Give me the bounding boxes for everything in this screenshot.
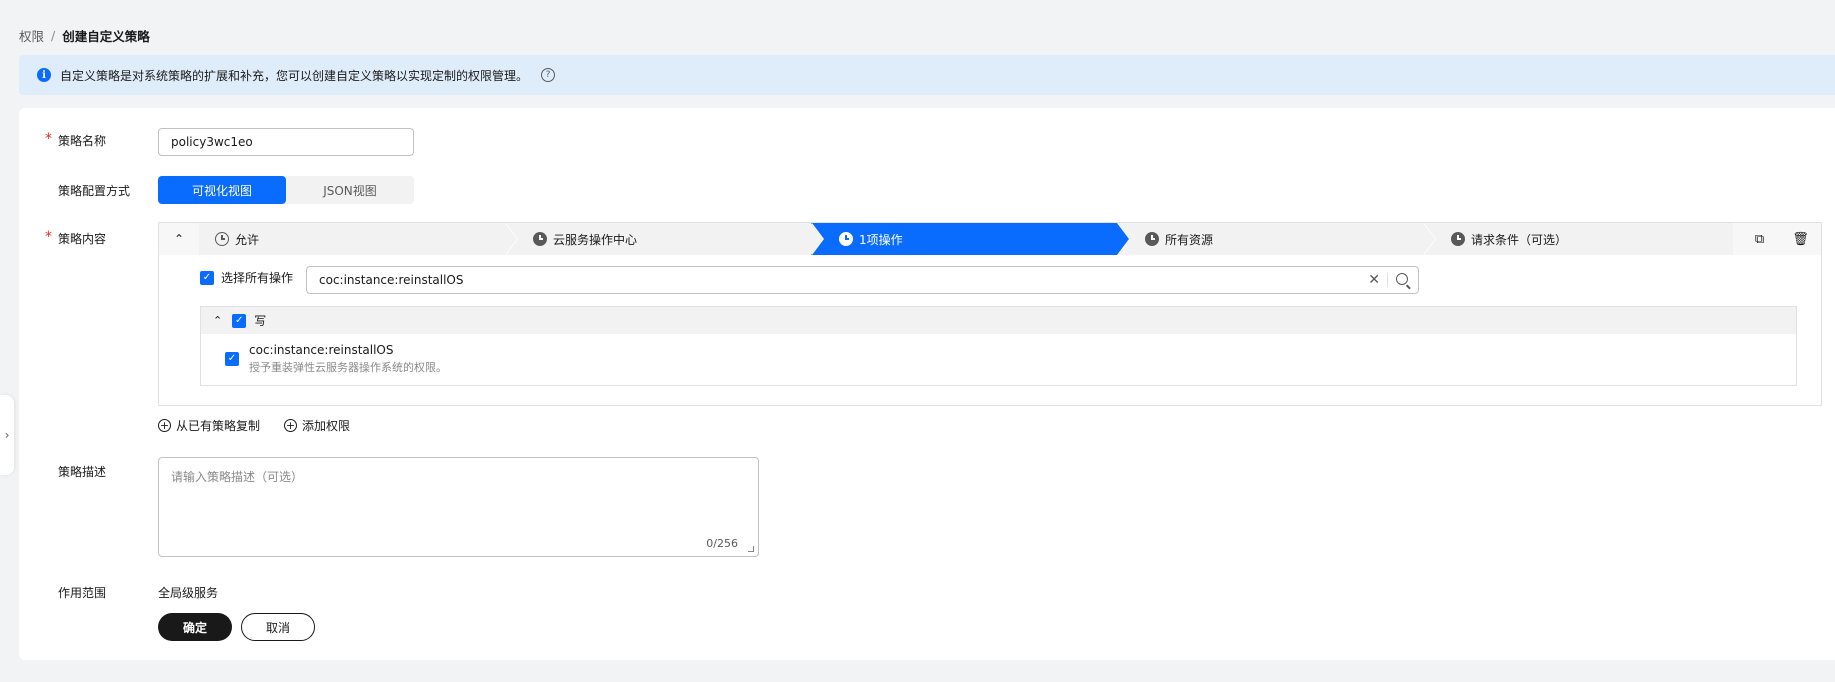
list-item[interactable]: ✓ coc:instance:reinstallOS 授予重装弹性云服务器操作系… — [201, 334, 1796, 386]
help-icon[interactable]: ? — [541, 68, 556, 82]
description-textarea[interactable]: 请输入策略描述（可选） 0/256 — [158, 457, 759, 557]
clock-icon — [1145, 232, 1159, 246]
add-circle-icon: + — [158, 419, 171, 432]
chevron-up-icon[interactable]: ⌃ — [213, 314, 222, 327]
checkbox-checked-icon[interactable]: ✓ — [225, 352, 239, 366]
chevron-right-icon: › — [4, 428, 10, 442]
policy-steps-bar: ⌃ 允许 云服务操作中心 1项操作 所有资源 请求条件（可选） ⧉ � — [159, 223, 1821, 255]
json-view-option[interactable]: JSON视图 — [286, 176, 414, 204]
cancel-button[interactable]: 取消 — [241, 613, 315, 641]
visual-view-option[interactable]: 可视化视图 — [158, 176, 286, 204]
breadcrumb: 权限 / 创建自定义策略 — [19, 26, 150, 45]
step-conditions[interactable]: 请求条件（可选） — [1423, 223, 1733, 255]
description-placeholder: 请输入策略描述（可选） — [171, 470, 304, 484]
add-circle-icon: + — [284, 419, 298, 432]
policy-content-label: * 策略内容 — [45, 229, 107, 246]
clock-icon — [1451, 232, 1465, 246]
search-icon[interactable] — [1396, 273, 1408, 285]
required-mark: * — [45, 229, 52, 245]
scope-label: 作用范围 — [58, 586, 107, 600]
action-group-header: ⌃ ✓ 写 — [201, 307, 1796, 334]
policy-actions: + 从已有策略复制 + 添加权限 — [158, 417, 350, 434]
step-actions[interactable]: 1项操作 — [811, 223, 1130, 255]
notice-text: 自定义策略是对系统策略的扩展和补充，您可以创建自定义策略以实现定制的权限管理。 — [60, 68, 529, 83]
add-permission-link[interactable]: + 添加权限 — [284, 417, 350, 434]
confirm-button[interactable]: 确定 — [158, 613, 232, 641]
info-icon: i — [37, 68, 51, 82]
config-mode-toggle: 可视化视图 JSON视图 — [158, 176, 414, 204]
action-group-name: 写 — [254, 314, 267, 328]
policy-name-label: * 策略名称 — [45, 131, 107, 148]
action-search-input[interactable]: coc:instance:reinstallOS ✕ — [306, 266, 1419, 294]
copy-from-existing-link[interactable]: + 从已有策略复制 — [158, 417, 260, 434]
policy-statement-box: ⌃ 允许 云服务操作中心 1项操作 所有资源 请求条件（可选） ⧉ � — [158, 222, 1822, 406]
clock-icon — [839, 232, 853, 246]
sidebar-toggle[interactable]: › — [0, 395, 14, 475]
description-label: 策略描述 — [58, 465, 107, 479]
clear-icon[interactable]: ✕ — [1368, 272, 1380, 288]
info-notice: i 自定义策略是对系统策略的扩展和补充，您可以创建自定义策略以实现定制的权限管理… — [19, 55, 1835, 95]
required-mark: * — [45, 131, 52, 147]
policy-name-input[interactable]: policy3wc1eo — [158, 128, 414, 156]
breadcrumb-separator: / — [51, 27, 56, 43]
collapse-statement-button[interactable]: ⌃ — [159, 223, 199, 255]
checkbox-checked-icon[interactable]: ✓ — [232, 313, 247, 328]
checkbox-checked-icon[interactable]: ✓ — [200, 270, 214, 285]
clock-icon — [533, 232, 547, 246]
action-group: ⌃ ✓ 写 ✓ coc:instance:reinstallOS 授予重装弹性云… — [200, 306, 1797, 386]
step-effect[interactable]: 允许 — [199, 223, 518, 255]
page-title: 创建自定义策略 — [62, 28, 150, 44]
resize-handle-icon[interactable] — [748, 546, 754, 552]
step-service[interactable]: 云服务操作中心 — [505, 223, 824, 255]
action-name: coc:instance:reinstallOS — [249, 343, 394, 357]
copy-icon[interactable]: ⧉ — [1752, 231, 1768, 247]
step-resources[interactable]: 所有资源 — [1117, 223, 1436, 255]
action-description: 授予重装弹性云服务器操作系统的权限。 — [249, 361, 447, 374]
clock-icon — [215, 232, 229, 246]
statement-tools: ⧉ 🗑 — [1739, 223, 1821, 255]
delete-icon[interactable]: 🗑 — [1792, 231, 1809, 247]
select-all-actions[interactable]: ✓ 选择所有操作 — [200, 269, 293, 286]
breadcrumb-link-permissions[interactable]: 权限 — [19, 26, 44, 45]
config-mode-label: 策略配置方式 — [58, 184, 131, 198]
chevron-up-icon: ⌃ — [173, 232, 185, 246]
char-counter: 0/256 — [706, 537, 738, 550]
scope-value: 全局级服务 — [158, 586, 219, 600]
